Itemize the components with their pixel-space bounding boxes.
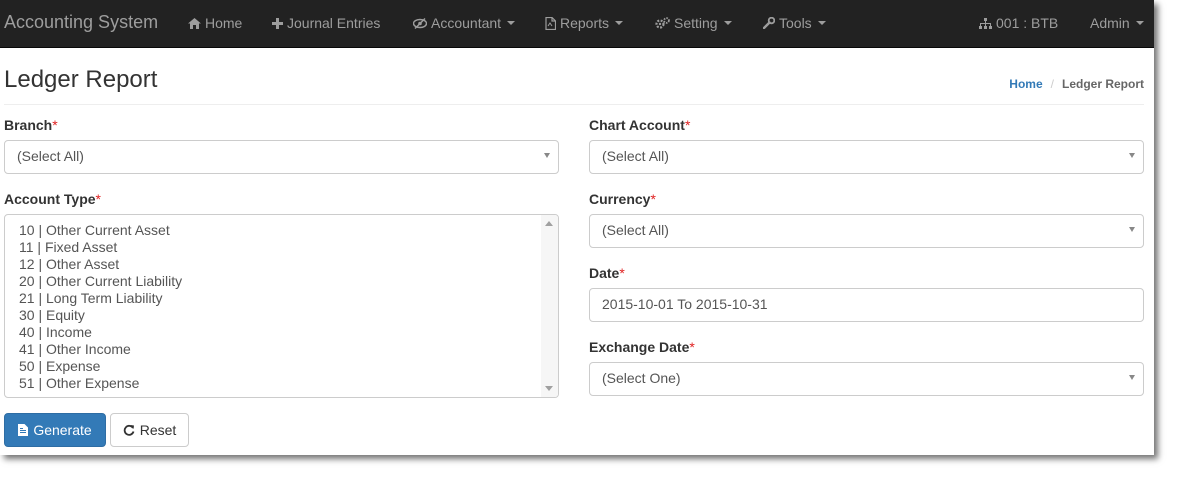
- branch-label: Branch*: [4, 117, 58, 133]
- reset-button-label: Reset: [139, 422, 177, 438]
- nav-branch[interactable]: 001 : BTB: [979, 15, 1058, 31]
- list-item[interactable]: 41 | Other Income: [19, 341, 558, 358]
- nav-user-label: Admin: [1090, 15, 1130, 31]
- generate-button-label: Generate: [33, 422, 92, 438]
- account-type-label: Account Type*: [4, 191, 101, 207]
- list-item[interactable]: 10 | Other Current Asset: [19, 222, 558, 239]
- page-title: Ledger Report: [4, 66, 158, 93]
- exchange-date-label: Exchange Date*: [589, 339, 695, 355]
- breadcrumb-separator: /: [1050, 77, 1054, 91]
- branch-label-text: Branch: [4, 117, 53, 133]
- chevron-down-icon: [507, 21, 516, 25]
- wrench-icon: [763, 17, 775, 29]
- nav-branch-label: 001 : BTB: [996, 15, 1059, 31]
- dropdown-arrow-icon: [1129, 153, 1135, 158]
- breadcrumb-current: Ledger Report: [1061, 77, 1144, 91]
- list-item[interactable]: 40 | Income: [19, 324, 558, 341]
- required-mark: *: [619, 265, 625, 281]
- reset-button[interactable]: Reset: [110, 413, 189, 447]
- list-item[interactable]: 30 | Equity: [19, 307, 558, 324]
- list-item[interactable]: 51 | Other Expense: [19, 375, 558, 392]
- date-range-value: 2015-10-01 To 2015-10-31: [602, 296, 768, 312]
- currency-label-text: Currency: [589, 191, 651, 207]
- required-mark: *: [689, 339, 695, 355]
- chart-account-select[interactable]: (Select All): [589, 140, 1144, 174]
- nav-setting[interactable]: Setting: [655, 15, 732, 31]
- scroll-up-icon[interactable]: [545, 221, 553, 226]
- list-item[interactable]: 50 | Expense: [19, 358, 558, 375]
- document-icon: [545, 16, 556, 30]
- exchange-date-label-text: Exchange Date: [589, 339, 690, 355]
- currency-select[interactable]: (Select All): [589, 214, 1144, 248]
- breadcrumb: Home / Ledger Report: [1009, 77, 1144, 91]
- dropdown-arrow-icon: [544, 153, 550, 158]
- date-range-input[interactable]: 2015-10-01 To 2015-10-31: [589, 288, 1144, 322]
- date-label-text: Date: [589, 265, 620, 281]
- app-window: Accounting System Home Journal Entries A…: [0, 0, 1154, 455]
- account-type-multiselect[interactable]: 10 | Other Current Asset 11 | Fixed Asse…: [4, 214, 559, 398]
- chevron-down-icon: [1135, 21, 1144, 25]
- nav-home-label: Home: [205, 15, 243, 31]
- nav-accountant[interactable]: Accountant: [413, 15, 516, 31]
- currency-label: Currency*: [589, 191, 656, 207]
- refresh-icon: [123, 424, 135, 436]
- required-mark: *: [684, 117, 691, 133]
- dropdown-arrow-icon: [1129, 227, 1135, 232]
- file-text-icon: [18, 424, 29, 436]
- gears-icon: [655, 17, 670, 29]
- required-mark: *: [52, 117, 58, 133]
- scrollbar[interactable]: [541, 215, 558, 397]
- dropdown-arrow-icon: [1129, 375, 1135, 380]
- list-item[interactable]: 20 | Other Current Liability: [19, 273, 558, 290]
- list-item[interactable]: 11 | Fixed Asset: [19, 239, 558, 256]
- nav-user-menu[interactable]: Admin: [1090, 15, 1144, 31]
- nav-reports[interactable]: Reports: [545, 15, 624, 31]
- nav-journal-label: Journal Entries: [287, 15, 381, 31]
- nav-accountant-label: Accountant: [431, 15, 502, 31]
- exchange-date-select[interactable]: (Select One): [589, 362, 1144, 396]
- required-mark: *: [95, 191, 101, 207]
- breadcrumb-home-link[interactable]: Home: [1009, 77, 1042, 91]
- chevron-down-icon: [723, 21, 732, 25]
- account-type-label-text: Account Type: [4, 191, 96, 207]
- nav-setting-label: Setting: [674, 15, 718, 31]
- home-icon: [188, 17, 201, 29]
- list-item[interactable]: 12 | Other Asset: [19, 256, 558, 273]
- branch-select-value: (Select All): [17, 148, 84, 164]
- chart-account-label: Chart Account*: [589, 117, 690, 133]
- chevron-down-icon: [615, 21, 624, 25]
- eye-slash-icon: [413, 17, 427, 29]
- brand-title[interactable]: Accounting System: [4, 12, 158, 33]
- top-navbar: Accounting System Home Journal Entries A…: [0, 0, 1154, 48]
- generate-button[interactable]: Generate: [4, 413, 106, 447]
- scroll-down-icon[interactable]: [545, 386, 553, 391]
- sitemap-icon: [979, 17, 992, 29]
- nav-tools[interactable]: Tools: [763, 15, 826, 31]
- currency-select-value: (Select All): [602, 222, 669, 238]
- date-label: Date*: [589, 265, 625, 281]
- nav-journal-entries[interactable]: Journal Entries: [272, 15, 380, 31]
- list-item[interactable]: 21 | Long Term Liability: [19, 290, 558, 307]
- chart-account-label-text: Chart Account: [589, 117, 685, 133]
- required-mark: *: [650, 191, 656, 207]
- nav-tools-label: Tools: [779, 15, 812, 31]
- exchange-date-select-value: (Select One): [602, 370, 681, 386]
- nav-home[interactable]: Home: [188, 15, 242, 31]
- nav-reports-label: Reports: [560, 15, 610, 31]
- chevron-down-icon: [817, 21, 826, 25]
- plus-icon: [272, 17, 283, 29]
- chart-account-select-value: (Select All): [602, 148, 669, 164]
- branch-select[interactable]: (Select All): [4, 140, 559, 174]
- divider: [4, 104, 1144, 105]
- account-type-options: 10 | Other Current Asset 11 | Fixed Asse…: [5, 215, 558, 392]
